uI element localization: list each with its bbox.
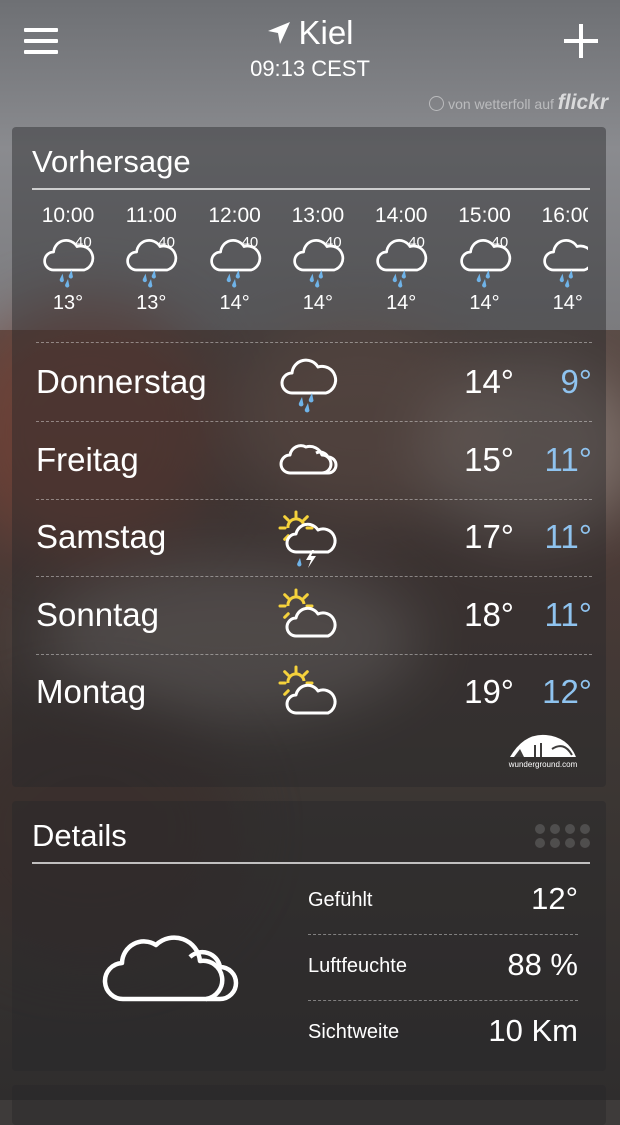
day-row[interactable]: Montag 19° 12° <box>36 655 592 731</box>
day-name: Samstag <box>36 518 167 555</box>
photo-credit[interactable]: von wetterfoll auf flickr <box>429 91 608 115</box>
divider <box>308 934 578 935</box>
low-temp: 11° <box>544 595 592 633</box>
day-row[interactable]: Freitag 15° 11° <box>36 423 592 499</box>
low-temp: 11° <box>544 518 592 555</box>
details-divider <box>32 862 590 864</box>
rain-cloud-icon: 40 <box>111 234 191 292</box>
hour-temp: 14° <box>552 292 583 314</box>
hour-time: 11:00 <box>125 204 177 227</box>
high-temp: 14° <box>464 363 514 400</box>
thunderstorm-sun-icon <box>278 508 338 568</box>
rain-cloud-icon: 40 <box>278 234 358 292</box>
detail-label: Sichtweite <box>308 1021 400 1043</box>
precip-chance: 40 <box>158 234 175 251</box>
details-card: Details Gefühlt 12° Luftfeuchte 88 % Sichtwe… <box>12 801 606 1071</box>
precip-chance: 40 <box>408 234 425 251</box>
hour-time: 13:00 <box>291 204 345 227</box>
day-name: Donnerstag <box>36 363 207 400</box>
rain-cloud-icon <box>278 353 338 413</box>
divider <box>36 342 592 343</box>
detail-row: Gefühlt 12° <box>308 871 578 931</box>
hour-time: 10:00 <box>41 204 95 227</box>
rain-cloud-icon: 40 <box>445 234 525 292</box>
divider <box>308 1000 578 1001</box>
hour-temp: 14° <box>219 292 250 314</box>
high-temp: 19° <box>464 673 514 710</box>
high-temp: 15° <box>464 440 514 478</box>
add-location-icon[interactable] <box>564 24 598 58</box>
hour-item: 16:00 14° <box>528 204 588 315</box>
precip-chance: 40 <box>75 234 92 251</box>
precip-chance: 40 <box>491 234 509 251</box>
top-bar: Kiel 09:13 CEST <box>0 0 620 92</box>
hour-temp: 13° <box>52 292 84 314</box>
high-temp: 17° <box>464 518 514 555</box>
hour-item: 11:00 40 13° <box>111 204 191 315</box>
local-time: 09:13 CEST <box>250 56 370 81</box>
day-row[interactable]: Donnerstag 14° 9° <box>36 345 592 421</box>
hour-item: 14:00 40 14° <box>361 204 441 315</box>
low-temp: 9° <box>560 363 592 400</box>
city-name: Kiel <box>298 14 354 51</box>
forecast-card: Vorhersage 10:00 40 13° 11:00 40 13° 12:00 40 14… <box>12 127 606 787</box>
hour-time: 16:00 <box>541 204 588 227</box>
forecast-divider <box>32 188 590 190</box>
hourly-forecast[interactable]: 10:00 40 13° 11:00 40 13° 12:00 40 14° 13:00 40 14°… <box>32 204 588 334</box>
forecast-title: Vorhersage <box>32 144 191 179</box>
detail-label: Gefühlt <box>308 889 373 911</box>
low-temp: 12° <box>542 673 592 710</box>
hour-time: 12:00 <box>208 204 261 227</box>
day-name: Montag <box>36 673 147 710</box>
hour-temp: 13° <box>136 292 167 314</box>
provider-text: wunderground.com <box>508 760 578 769</box>
partly-sunny-icon <box>278 586 338 646</box>
day-row[interactable]: Samstag 17° 11° <box>36 500 592 576</box>
flickr-logo: flickr <box>557 91 608 114</box>
details-title: Details <box>32 818 127 853</box>
hour-time: 15:00 <box>458 204 511 227</box>
high-temp: 18° <box>464 595 514 633</box>
location-arrow-icon <box>268 22 291 44</box>
creative-commons-icon <box>429 96 445 111</box>
credit-text: von wetterfoll auf <box>448 96 554 112</box>
detail-value: 12° <box>531 881 578 916</box>
detail-label: Luftfeuchte <box>308 955 407 977</box>
cloudy-icon <box>102 935 239 1002</box>
precip-chance: 40 <box>241 234 259 251</box>
hour-item: 15:00 40 14° <box>445 204 525 315</box>
precip-chance: 40 <box>324 234 342 251</box>
detail-row: Luftfeuchte 88 % <box>308 937 578 997</box>
low-temp: 11° <box>544 440 592 478</box>
day-name: Sonntag <box>36 595 159 633</box>
rain-cloud-icon: 40 <box>195 234 275 292</box>
cloud-icon <box>278 431 338 491</box>
hour-temp: 14° <box>469 292 500 314</box>
rain-cloud-icon <box>528 234 588 292</box>
hour-temp: 14° <box>386 292 417 314</box>
hour-time: 14:00 <box>374 204 428 227</box>
detail-value: 88 % <box>507 947 578 982</box>
day-name: Freitag <box>36 440 139 478</box>
detail-row: Sichtweite 10 Km <box>308 1003 578 1063</box>
hour-item: 12:00 40 14° <box>195 204 275 315</box>
location-header[interactable]: Kiel <box>0 14 620 52</box>
hour-temp: 14° <box>302 292 334 314</box>
hour-item: 10:00 40 13° <box>32 204 108 315</box>
hour-item: 13:00 40 14° <box>278 204 358 315</box>
detail-value: 10 Km <box>488 1013 578 1048</box>
partly-sunny-icon <box>278 663 338 723</box>
rain-cloud-icon: 40 <box>32 234 108 292</box>
next-card <box>12 1085 606 1125</box>
rain-drops-icon <box>535 824 590 848</box>
day-row[interactable]: Sonntag 18° 11° <box>36 578 592 654</box>
rain-cloud-icon: 40 <box>361 234 441 292</box>
